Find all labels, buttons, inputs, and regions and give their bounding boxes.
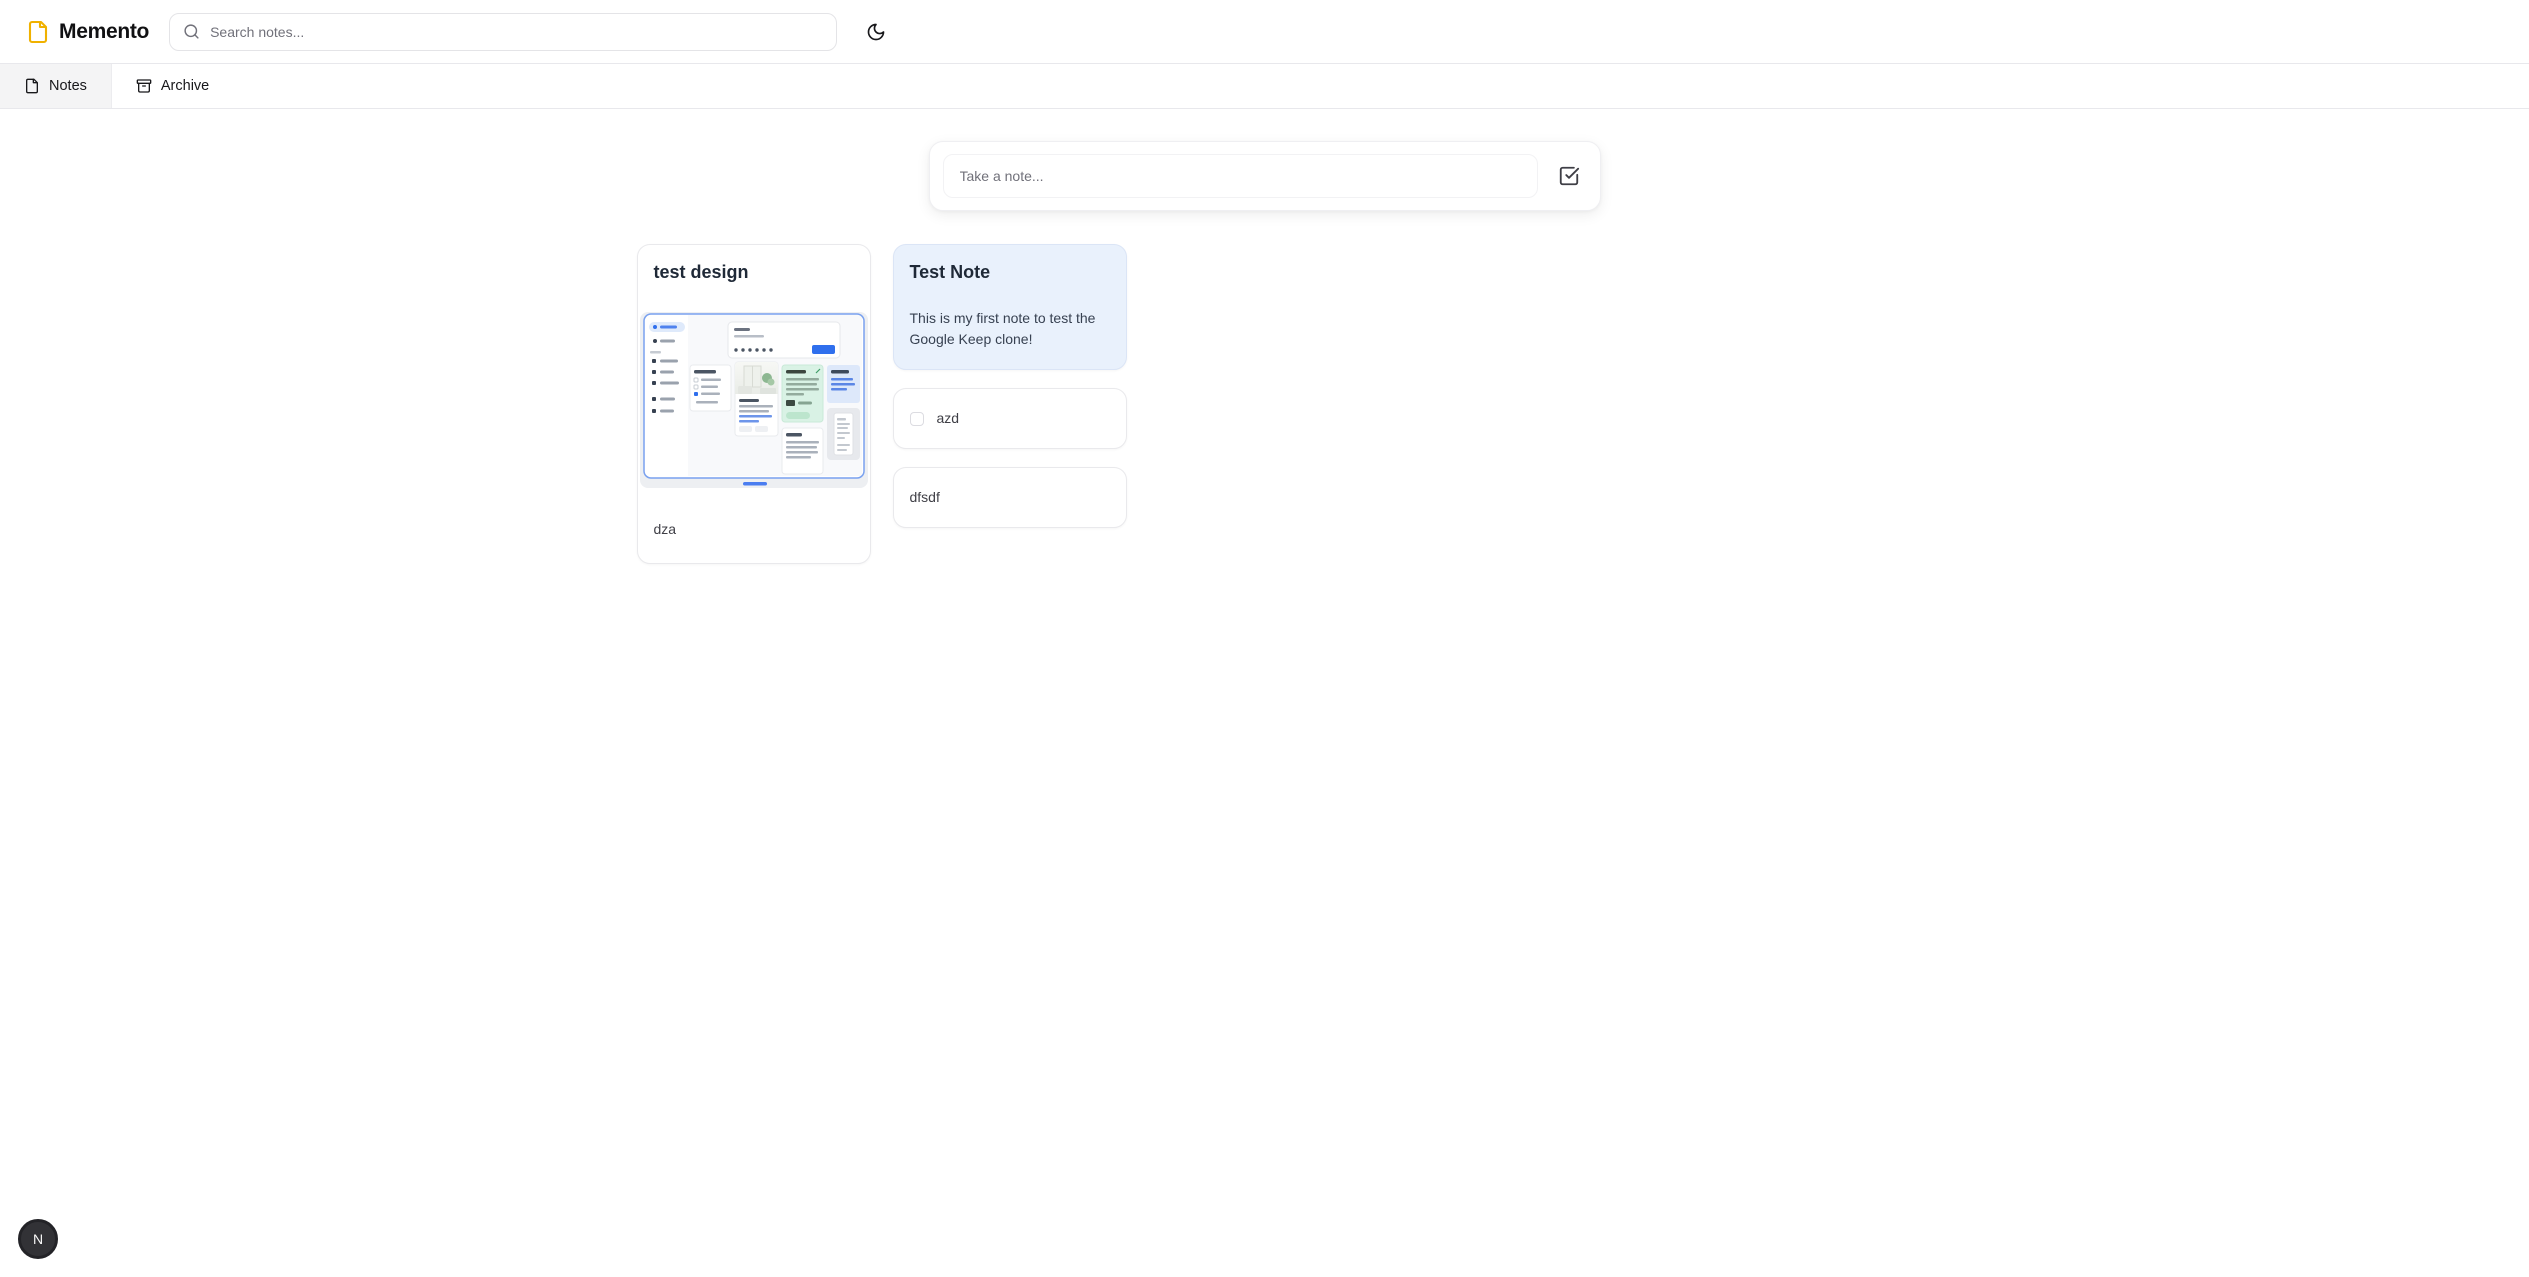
- note-card-azd[interactable]: azd: [893, 388, 1127, 449]
- note-title: Test Note: [910, 260, 1110, 284]
- new-checklist-button[interactable]: [1550, 157, 1588, 195]
- note-composer[interactable]: [929, 141, 1601, 211]
- theme-toggle-button[interactable]: [858, 14, 894, 50]
- note-card-test-design[interactable]: test design: [637, 244, 871, 564]
- moon-icon: [866, 22, 886, 42]
- archive-icon: [136, 78, 152, 94]
- user-avatar[interactable]: N: [18, 1219, 58, 1259]
- notes-main: test design: [0, 141, 2529, 564]
- search-icon: [183, 23, 200, 40]
- check-square-icon: [1558, 165, 1580, 187]
- app-title: Memento: [59, 20, 149, 44]
- notes-column-1: test design: [637, 244, 871, 564]
- tab-notes-label: Notes: [49, 78, 87, 94]
- avatar-initial: N: [33, 1231, 43, 1247]
- note-body: dza: [638, 488, 870, 563]
- search-input[interactable]: [210, 24, 823, 40]
- note-body: dfsdf: [910, 487, 940, 508]
- search-bar[interactable]: [169, 13, 837, 51]
- app-logo: Memento: [26, 20, 149, 44]
- notes-grid: test design: [637, 244, 1893, 564]
- tab-bar: Notes Archive: [0, 64, 2529, 109]
- notes-column-2: Test Note This is my first note to test …: [893, 244, 1127, 528]
- checkbox-unchecked[interactable]: [910, 412, 924, 426]
- tab-archive-label: Archive: [161, 78, 209, 94]
- take-note-input[interactable]: [943, 154, 1538, 198]
- checklist-item: azd: [910, 408, 960, 429]
- memento-app: Memento Notes Archive: [0, 0, 2529, 564]
- note-card-test-note[interactable]: Test Note This is my first note to test …: [893, 244, 1127, 370]
- tab-notes[interactable]: Notes: [0, 64, 112, 108]
- note-title: test design: [638, 245, 870, 284]
- note-image-thumbnail: [640, 312, 868, 488]
- file-icon: [24, 78, 40, 94]
- checklist-item-label: azd: [937, 408, 960, 429]
- app-header: Memento: [0, 0, 2529, 64]
- tab-archive[interactable]: Archive: [112, 64, 233, 108]
- note-file-logo-icon: [26, 20, 50, 44]
- note-card-dfsdf[interactable]: dfsdf: [893, 467, 1127, 528]
- note-body: This is my first note to test the Google…: [910, 308, 1110, 350]
